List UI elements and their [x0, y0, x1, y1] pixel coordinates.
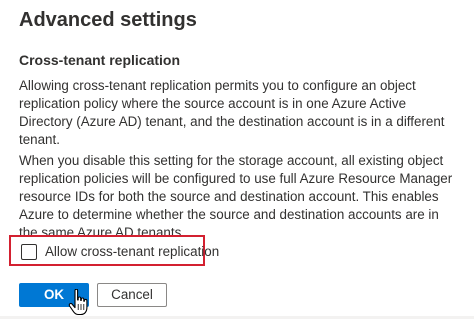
checkbox-label[interactable]: Allow cross-tenant replication	[45, 243, 219, 261]
advanced-settings-panel: Advanced settings Cross-tenant replicati…	[0, 0, 474, 319]
paragraph-1-line: replication policy where the source acco…	[19, 96, 407, 111]
paragraph-2-line: Azure to determine whether the source an…	[19, 207, 439, 222]
description-paragraph-1: Allowing cross-tenant replication permit…	[19, 77, 469, 149]
allow-cross-tenant-replication-checkbox[interactable]	[21, 244, 37, 260]
paragraph-1-line: tenant.	[19, 132, 60, 147]
cross-tenant-replication-checkbox-row[interactable]: Allow cross-tenant replication	[9, 235, 219, 266]
cancel-button[interactable]: Cancel	[97, 283, 167, 307]
section-heading: Cross-tenant replication	[19, 52, 181, 68]
paragraph-2-line: replication policies will be configured …	[19, 171, 453, 186]
hand-pointer-icon	[68, 289, 88, 316]
paragraph-1-line: Directory (Azure AD) tenant, and the des…	[19, 114, 445, 129]
paragraph-2-line: When you disable this setting for the st…	[19, 153, 444, 168]
paragraph-2-line: resource IDs for both the source and des…	[19, 189, 439, 204]
description-paragraph-2: When you disable this setting for the st…	[19, 152, 469, 242]
paragraph-1-line: Allowing cross-tenant replication permit…	[19, 78, 416, 93]
panel-title: Advanced settings	[19, 9, 197, 31]
